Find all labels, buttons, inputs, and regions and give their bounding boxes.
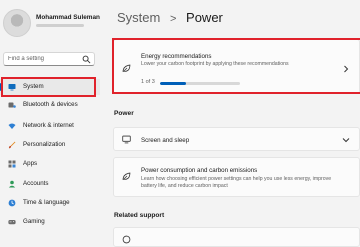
search-input[interactable] [8, 54, 78, 64]
sidebar-item-bluetooth[interactable]: Bluetooth & devices [0, 97, 100, 113]
time-language-icon [8, 199, 16, 207]
search-box[interactable] [3, 52, 95, 66]
chevron-down-icon [342, 138, 350, 143]
user-email-blurred [36, 24, 84, 27]
bluetooth-icon [8, 102, 16, 108]
sidebar-item-label: Network & internet [23, 122, 74, 129]
screen-sleep-title: Screen and sleep [141, 137, 190, 144]
breadcrumb: System > Power [117, 10, 223, 25]
sidebar-item-gaming[interactable]: Gaming [0, 214, 100, 230]
sidebar-item-personalization[interactable]: Personalization [0, 137, 100, 153]
power-consumption-card[interactable]: Power consumption and carbon emissions L… [113, 157, 360, 197]
highlight-frame-sidebar [1, 77, 96, 97]
user-name: Mohammad Suleman [36, 14, 100, 21]
brush-icon [8, 141, 16, 149]
section-heading-related-support: Related support [114, 212, 165, 219]
apps-icon [8, 160, 16, 168]
breadcrumb-separator: > [169, 13, 177, 25]
gaming-icon [8, 220, 16, 225]
leaf-icon [122, 172, 131, 181]
page-title: Power [186, 10, 223, 25]
sidebar-item-label: Time & language [23, 199, 70, 206]
section-heading-power: Power [114, 110, 134, 117]
accounts-icon [8, 180, 16, 188]
sidebar-item-label: Bluetooth & devices [23, 101, 78, 108]
sidebar-item-time-language[interactable]: Time & language [0, 195, 100, 211]
sidebar: Mohammad Suleman System Bluetooth & devi… [0, 0, 103, 240]
sidebar-item-label: Accounts [23, 180, 49, 187]
highlight-frame-energy [112, 38, 360, 94]
search-icon[interactable] [82, 55, 91, 64]
related-support-card[interactable] [113, 227, 360, 247]
avatar[interactable] [3, 9, 31, 37]
sidebar-item-label: Gaming [23, 218, 45, 225]
wifi-icon [8, 123, 16, 129]
sidebar-item-apps[interactable]: Apps [0, 156, 100, 172]
breadcrumb-parent[interactable]: System [117, 10, 160, 25]
sidebar-item-network[interactable]: Network & internet [0, 118, 100, 134]
screen-sleep-card[interactable]: Screen and sleep [113, 127, 360, 151]
power-consumption-title: Power consumption and carbon emissions [141, 167, 258, 174]
sidebar-item-label: Apps [23, 160, 38, 167]
monitor-icon [122, 135, 131, 144]
power-consumption-description: Learn how choosing efficient power setti… [141, 176, 332, 189]
sidebar-item-accounts[interactable]: Accounts [0, 176, 100, 192]
sidebar-item-label: Personalization [23, 141, 66, 148]
